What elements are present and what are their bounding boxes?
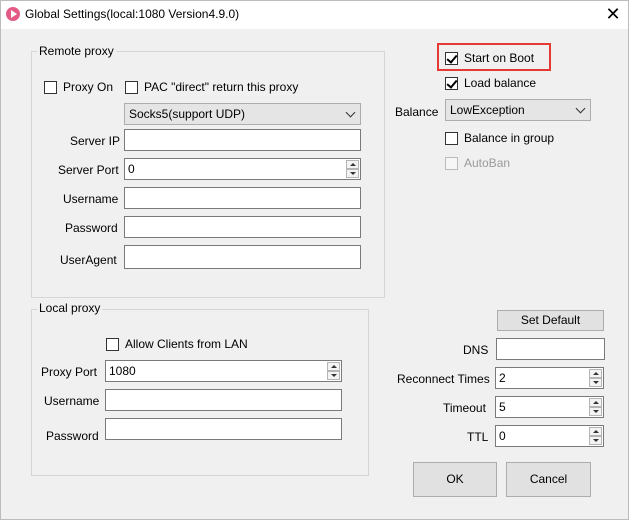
- chevron-down-icon: [575, 103, 586, 114]
- spin-up-icon[interactable]: [589, 427, 602, 436]
- server-port-arrows: [346, 160, 359, 178]
- proxy-type-select[interactable]: Socks5(support UDP): [124, 103, 361, 125]
- spin-up-icon[interactable]: [327, 362, 340, 371]
- proxy-port-arrows: [327, 362, 340, 380]
- ok-button[interactable]: OK: [413, 462, 497, 497]
- proxy-port-stepper[interactable]: 1080: [105, 360, 342, 382]
- ttl-arrows: [589, 427, 602, 445]
- remote-password-label: Password: [65, 221, 118, 235]
- close-icon: ✕: [605, 4, 621, 24]
- ttl-value: 0: [499, 429, 506, 443]
- allow-lan-checkbox[interactable]: Allow Clients from LAN: [106, 337, 248, 351]
- server-ip-input[interactable]: [124, 129, 361, 151]
- spin-up-icon[interactable]: [589, 398, 602, 407]
- reconnect-times-stepper[interactable]: 2: [495, 367, 604, 389]
- pac-direct-label: PAC "direct" return this proxy: [144, 80, 299, 94]
- load-balance-label: Load balance: [464, 76, 537, 90]
- useragent-label: UserAgent: [60, 253, 117, 267]
- server-port-stepper[interactable]: 0: [124, 158, 361, 180]
- server-port-label: Server Port: [58, 163, 119, 177]
- spin-up-icon[interactable]: [346, 160, 359, 169]
- local-password-input[interactable]: [105, 418, 342, 440]
- pac-direct-box[interactable]: [125, 80, 138, 94]
- server-port-value: 0: [128, 162, 135, 176]
- spin-up-icon[interactable]: [589, 369, 602, 378]
- remote-username-label: Username: [63, 192, 119, 206]
- timeout-label: Timeout: [443, 401, 486, 415]
- proxy-on-box[interactable]: [44, 80, 57, 94]
- dns-input[interactable]: [496, 338, 605, 360]
- balance-in-group-label: Balance in group: [464, 131, 555, 145]
- cancel-button[interactable]: Cancel: [506, 462, 591, 497]
- load-balance-box[interactable]: [445, 76, 458, 90]
- autoban-box[interactable]: [445, 156, 458, 170]
- balance-in-group-box[interactable]: [445, 131, 458, 145]
- start-on-boot-checkbox[interactable]: Start on Boot: [445, 51, 534, 65]
- start-on-boot-label: Start on Boot: [464, 51, 535, 65]
- load-balance-checkbox[interactable]: Load balance: [445, 76, 536, 90]
- settings-window: Global Settings(local:1080 Version4.9.0)…: [0, 0, 629, 520]
- window-title: Global Settings(local:1080 Version4.9.0): [25, 7, 240, 21]
- local-proxy-group-title: Local proxy: [37, 301, 103, 315]
- proxy-port-label: Proxy Port: [41, 365, 98, 379]
- autoban-label: AutoBan: [464, 156, 511, 170]
- remote-password-input[interactable]: [124, 216, 361, 238]
- balance-select[interactable]: LowException: [445, 99, 591, 121]
- balance-label: Balance: [395, 105, 439, 119]
- spin-down-icon[interactable]: [589, 436, 602, 445]
- spin-down-icon[interactable]: [589, 378, 602, 387]
- dns-label: DNS: [463, 343, 489, 357]
- reconnect-times-arrows: [589, 369, 602, 387]
- ttl-stepper[interactable]: 0: [495, 425, 604, 447]
- timeout-arrows: [589, 398, 602, 416]
- proxy-type-value: Socks5(support UDP): [129, 107, 246, 121]
- ttl-label: TTL: [467, 430, 489, 444]
- local-username-label: Username: [44, 394, 100, 408]
- balance-in-group-checkbox[interactable]: Balance in group: [445, 131, 554, 145]
- reconnect-times-label: Reconnect Times: [397, 372, 490, 386]
- balance-value: LowException: [450, 103, 525, 117]
- remote-proxy-group-title: Remote proxy: [37, 44, 116, 58]
- reconnect-times-value: 2: [499, 371, 506, 385]
- autoban-checkbox[interactable]: AutoBan: [445, 156, 510, 170]
- app-logo-icon: [6, 7, 20, 21]
- spin-down-icon[interactable]: [327, 371, 340, 380]
- chevron-down-icon: [345, 107, 356, 118]
- title-bar: Global Settings(local:1080 Version4.9.0)…: [1, 1, 628, 29]
- local-password-label: Password: [46, 429, 99, 443]
- close-button[interactable]: ✕: [599, 3, 627, 27]
- proxy-port-value: 1080: [109, 364, 136, 378]
- server-ip-label: Server IP: [70, 134, 121, 148]
- proxy-on-checkbox[interactable]: Proxy On: [44, 80, 113, 94]
- local-username-input[interactable]: [105, 389, 342, 411]
- allow-lan-label: Allow Clients from LAN: [125, 337, 248, 351]
- start-on-boot-box[interactable]: [445, 51, 458, 65]
- spin-down-icon[interactable]: [346, 169, 359, 178]
- set-default-button[interactable]: Set Default: [497, 310, 604, 331]
- useragent-input[interactable]: [124, 245, 361, 269]
- timeout-stepper[interactable]: 5: [495, 396, 604, 418]
- allow-lan-box[interactable]: [106, 337, 119, 351]
- timeout-value: 5: [499, 400, 506, 414]
- pac-direct-checkbox[interactable]: PAC "direct" return this proxy: [125, 80, 298, 94]
- remote-username-input[interactable]: [124, 187, 361, 209]
- spin-down-icon[interactable]: [589, 407, 602, 416]
- proxy-on-label: Proxy On: [63, 80, 114, 94]
